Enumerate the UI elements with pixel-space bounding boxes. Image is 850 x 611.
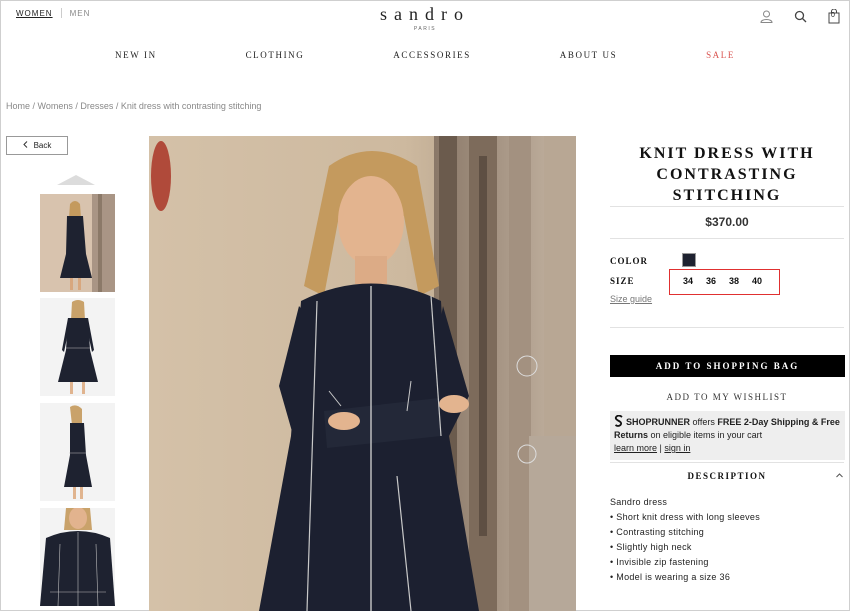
nav-clothing[interactable]: CLOTHING (246, 50, 305, 60)
chevron-left-icon (22, 141, 28, 150)
size-label: SIZE (610, 276, 635, 286)
divider (610, 327, 844, 328)
size-guide-link[interactable]: Size guide (610, 294, 652, 304)
add-to-wishlist-link[interactable]: ADD TO MY WISHLIST (610, 392, 844, 402)
shoprunner-logo-icon (614, 414, 624, 427)
nav-about-us[interactable]: ABOUT US (560, 50, 617, 60)
shoprunner-banner: SHOPRUNNER offers FREE 2-Day Shipping & … (610, 411, 845, 460)
color-swatch-navy[interactable] (682, 253, 696, 267)
nav-sale[interactable]: SALE (706, 50, 735, 60)
brand-logo[interactable]: sandro PARIS (0, 4, 850, 32)
nav-new-in[interactable]: NEW IN (115, 50, 157, 60)
brand-name: sandro (380, 4, 470, 24)
size-option-36[interactable]: 36 (706, 276, 716, 286)
shoprunner-brand: SHOPRUNNER (626, 417, 691, 427)
shoprunner-sign-in[interactable]: sign in (664, 443, 690, 453)
product-price: $370.00 (705, 215, 749, 229)
divider (610, 462, 844, 463)
product-title: KNIT DRESS WITH CONTRASTING STITCHING (639, 145, 815, 204)
thumbnail-closeup[interactable] (40, 507, 115, 607)
thumbnail-scroll-up-arrow[interactable] (57, 175, 95, 185)
size-option-34[interactable]: 34 (683, 276, 693, 286)
description-header[interactable]: DESCRIPTION (610, 471, 844, 481)
add-to-bag-button[interactable]: ADD TO SHOPPING BAG (610, 355, 845, 377)
size-option-40[interactable]: 40 (752, 276, 762, 286)
header-icons: 0 (758, 8, 842, 24)
shoprunner-text: offers (690, 417, 718, 427)
back-label: Back (33, 141, 52, 150)
divider (610, 206, 844, 207)
divider (610, 238, 844, 239)
shopping-bag-icon[interactable]: 0 (826, 8, 842, 24)
size-option-38[interactable]: 38 (729, 276, 739, 286)
breadcrumb[interactable]: Home / Womens / Dresses / Knit dress wit… (6, 101, 261, 111)
main-nav: NEW IN CLOTHING ACCESSORIES ABOUT US SAL… (115, 50, 735, 60)
search-icon[interactable] (792, 8, 808, 24)
list-item: • Model is wearing a size 36 (610, 572, 731, 582)
description-intro: Sandro dress (610, 497, 668, 507)
list-item: • Contrasting stitching (610, 527, 705, 537)
brand-subtitle: PARIS (413, 26, 437, 32)
thumbnail-front[interactable] (40, 194, 115, 292)
back-button[interactable]: Back (6, 136, 68, 155)
bag-count: 0 (831, 12, 835, 19)
color-label: COLOR (610, 256, 649, 266)
thumbnail-back[interactable] (40, 298, 115, 396)
nav-accessories[interactable]: ACCESSORIES (393, 50, 471, 60)
list-item: • Invisible zip fastening (610, 557, 709, 567)
thumbnail-side[interactable] (40, 403, 115, 501)
chevron-up-icon[interactable] (836, 470, 843, 480)
shoprunner-learn-more[interactable]: learn more (614, 443, 657, 453)
description-list: Sandro dress • Short knit dress with lon… (610, 495, 760, 585)
main-product-image[interactable] (149, 136, 576, 611)
shoprunner-text-2: on eligible items in your cart (648, 430, 763, 440)
list-item: • Slightly high neck (610, 542, 692, 552)
user-icon[interactable] (758, 8, 774, 24)
list-item: • Short knit dress with long sleeves (610, 512, 761, 522)
